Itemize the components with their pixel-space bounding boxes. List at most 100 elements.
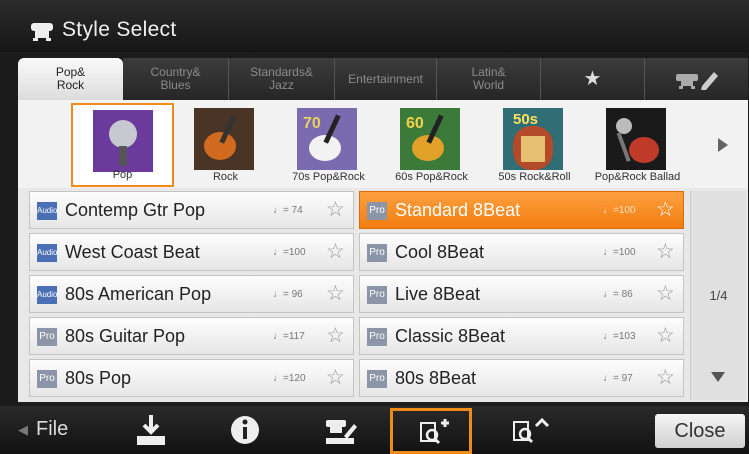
style-name: 80s Pop <box>65 368 132 388</box>
close-button[interactable]: Close <box>655 414 745 448</box>
category-rock[interactable]: Rock <box>174 103 277 187</box>
jukebox-50s-icon: 50s <box>503 108 563 170</box>
style-name: 80s Guitar Pop <box>65 326 186 346</box>
style-row-selected[interactable]: Pro Standard 8Beat ♩=100 ☆ <box>359 191 684 229</box>
tab-label: Entertainment <box>348 71 423 86</box>
file-button[interactable]: ◀ File <box>18 416 88 444</box>
tab-label: Jazz <box>269 78 294 92</box>
style-tempo: ♩=100 <box>273 247 306 258</box>
style-row[interactable]: Audio 80s American Pop ♩= 96 ☆ <box>29 275 354 313</box>
style-row[interactable]: Pro 80s 8Beat ♩= 97 ☆ <box>359 359 684 397</box>
save-icon[interactable] <box>133 412 169 448</box>
style-tempo: ♩= 86 <box>603 289 633 300</box>
style-icon <box>31 23 53 41</box>
svg-text:50s: 50s <box>513 111 538 128</box>
style-row[interactable]: Pro 80s Pop ♩=120 ☆ <box>29 359 354 397</box>
favorite-star-icon[interactable]: ☆ <box>326 281 345 306</box>
category-50s-rock-roll[interactable]: 50s 50s Rock&Roll <box>483 103 586 187</box>
style-tempo: ♩= 96 <box>273 289 303 300</box>
tab-entertainment[interactable]: Entertainment <box>335 58 437 100</box>
favorite-star-icon[interactable]: ☆ <box>656 281 675 306</box>
search-add-button[interactable] <box>390 408 472 454</box>
tab-label: Rock <box>56 78 85 92</box>
category-70s-pop-rock[interactable]: 70 70s Pop&Rock <box>277 103 380 187</box>
category-pop-rock-ballad[interactable]: Pop&Rock Ballad <box>586 103 689 187</box>
guitar-60-icon: 60 <box>400 108 460 170</box>
tab-bar: Pop& Rock Country& Blues Standards& Jazz En… <box>18 58 748 100</box>
user-edit-icon <box>675 72 718 90</box>
style-row[interactable]: Audio Contemp Gtr Pop ♩= 74 ☆ <box>29 191 354 229</box>
style-tempo: ♩= 97 <box>603 373 633 384</box>
tab-label: Blues <box>160 78 191 92</box>
tab-favorites[interactable]: ★ <box>541 58 645 100</box>
search-add-icon <box>420 419 449 445</box>
guitar-70-icon: 70 <box>297 108 357 170</box>
tab-label: World <box>472 78 505 92</box>
tab-standards-jazz[interactable]: Standards& Jazz <box>229 58 335 100</box>
style-panel: Pop Rock 70 70s Pop&Rock 60 60s Pop&Rock… <box>18 100 748 402</box>
tab-pop-rock[interactable]: Pop& Rock <box>18 58 123 100</box>
style-type-badge: Pro <box>37 370 57 388</box>
favorite-star-icon[interactable]: ☆ <box>326 365 345 390</box>
style-type-badge: Pro <box>367 202 387 220</box>
favorite-star-icon[interactable]: ☆ <box>656 365 675 390</box>
favorite-star-icon[interactable]: ☆ <box>326 239 345 264</box>
user-edit-icon[interactable] <box>322 412 358 448</box>
style-name: Live 8Beat <box>395 284 481 304</box>
search-back-icon[interactable] <box>508 412 554 448</box>
next-page-arrow[interactable] <box>711 372 725 382</box>
style-row[interactable]: Pro Cool 8Beat ♩=100 ☆ <box>359 233 684 271</box>
favorite-star-icon[interactable]: ☆ <box>326 323 345 348</box>
style-row[interactable]: Audio West Coast Beat ♩=100 ☆ <box>29 233 354 271</box>
page-number: 1/4 <box>709 288 728 303</box>
style-type-badge: Audio <box>37 286 57 304</box>
category-label: Pop&Rock Ballad <box>594 171 681 183</box>
svg-text:60: 60 <box>406 115 424 132</box>
style-tempo: ♩=100 <box>603 205 636 216</box>
next-category-arrow[interactable] <box>718 138 728 152</box>
style-tempo: ♩=117 <box>273 331 305 342</box>
style-row[interactable]: Pro Classic 8Beat ♩=103 ☆ <box>359 317 684 355</box>
favorite-star-icon[interactable]: ☆ <box>656 323 675 348</box>
style-type-badge: Audio <box>37 244 57 262</box>
style-type-badge: Pro <box>367 244 387 262</box>
star-icon: ★ <box>583 67 602 90</box>
tab-user[interactable] <box>645 58 748 100</box>
category-60s-pop-rock[interactable]: 60 60s Pop&Rock <box>380 103 483 187</box>
tab-latin-world[interactable]: Latin& World <box>437 58 541 100</box>
style-tempo: ♩=100 <box>603 247 636 258</box>
microphone-icon <box>93 110 153 172</box>
style-tempo: ♩=103 <box>603 331 636 342</box>
svg-text:70: 70 <box>303 115 321 132</box>
page-scroller: 1/4 <box>690 191 746 400</box>
style-name: Cool 8Beat <box>395 242 485 262</box>
style-list: Audio Contemp Gtr Pop ♩= 74 ☆ Audio West… <box>29 191 689 400</box>
style-row[interactable]: Pro Live 8Beat ♩= 86 ☆ <box>359 275 684 313</box>
category-strip: Pop Rock 70 70s Pop&Rock 60 60s Pop&Rock… <box>18 100 748 188</box>
style-tempo: ♩=120 <box>273 373 306 384</box>
file-label: File <box>36 418 69 440</box>
title-bar: Style Select <box>0 0 749 52</box>
style-name: Contemp Gtr Pop <box>65 200 206 220</box>
style-tempo: ♩= 74 <box>273 205 303 216</box>
favorite-star-icon[interactable]: ☆ <box>326 197 345 222</box>
style-name: West Coast Beat <box>65 242 200 262</box>
bottom-bar: ◀ File Close <box>0 406 749 454</box>
category-pop[interactable]: Pop <box>71 103 174 187</box>
style-name: Standard 8Beat <box>395 200 521 220</box>
style-name: 80s 8Beat <box>395 368 477 388</box>
style-type-badge: Pro <box>367 286 387 304</box>
style-select-screen: Style Select Pop& Rock Country& Blues Stan… <box>0 0 749 454</box>
style-type-badge: Pro <box>37 328 57 346</box>
style-name: Classic 8Beat <box>395 326 506 346</box>
favorite-star-icon[interactable]: ☆ <box>656 239 675 264</box>
tab-country-blues[interactable]: Country& Blues <box>123 58 229 100</box>
window-title: Style Select <box>62 18 177 41</box>
info-icon[interactable] <box>227 412 263 448</box>
style-type-badge: Audio <box>37 202 57 220</box>
favorite-star-icon[interactable]: ☆ <box>656 197 675 222</box>
style-row[interactable]: Pro 80s Guitar Pop ♩=117 ☆ <box>29 317 354 355</box>
chevron-left-icon: ◀ <box>18 422 28 437</box>
style-type-badge: Pro <box>367 370 387 388</box>
style-type-badge: Pro <box>367 328 387 346</box>
